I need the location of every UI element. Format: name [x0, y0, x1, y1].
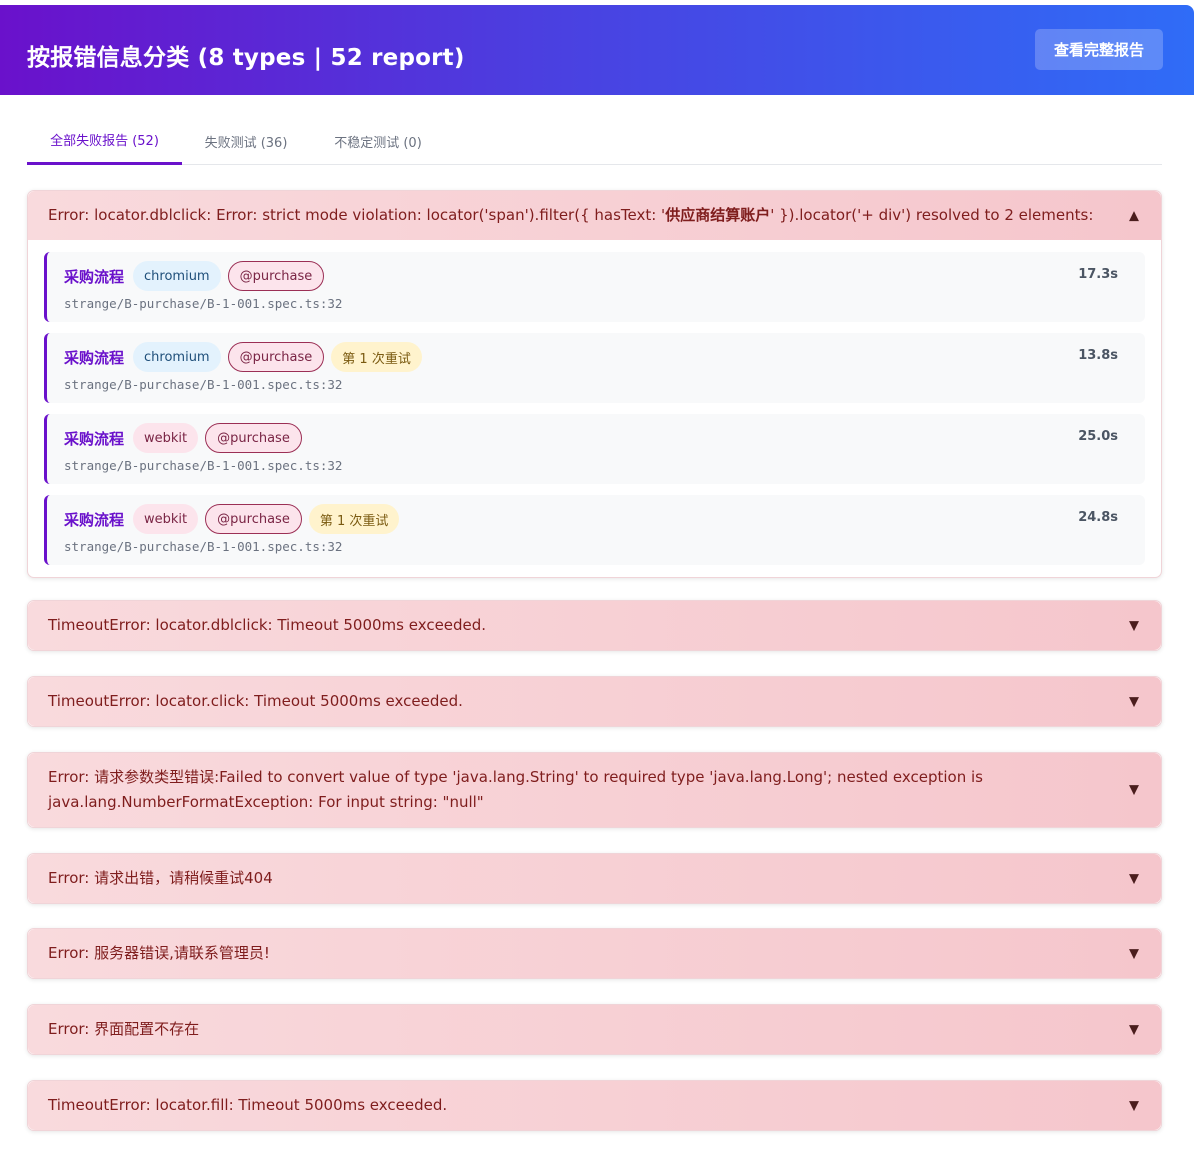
error-group-header[interactable]: Error: 请求参数类型错误:Failed to convert value … — [28, 753, 1161, 827]
test-file-path: strange/B-purchase/B-1-001.spec.ts:32 — [64, 458, 343, 473]
page-title: 按报错信息分类 (8 types | 52 report) — [27, 45, 465, 71]
error-group-header[interactable]: Error: 服务器错误,请联系管理员! ▼ — [28, 929, 1161, 978]
error-group: TimeoutError: locator.dblclick: Timeout … — [27, 600, 1162, 651]
error-group-title: Error: locator.dblclick: Error: strict m… — [48, 206, 1094, 224]
error-group: Error: 请求参数类型错误:Failed to convert value … — [27, 752, 1162, 828]
chevron-down-icon[interactable]: ▼ — [1129, 783, 1139, 798]
error-group-header[interactable]: TimeoutError: locator.click: Timeout 500… — [28, 677, 1161, 726]
tag-badge: @purchase — [227, 342, 325, 372]
error-group-title: Error: 请求出错，请稍候重试404 — [48, 869, 273, 887]
error-group: TimeoutError: locator.fill: Timeout 5000… — [27, 1080, 1162, 1131]
error-group: Error: 服务器错误,请联系管理员! ▼ — [27, 928, 1162, 979]
test-file-path: strange/B-purchase/B-1-001.spec.ts:32 — [64, 296, 343, 311]
test-duration: 24.8s — [1078, 510, 1118, 525]
retry-badge: 第 1 次重试 — [308, 504, 400, 534]
browser-badge: webkit — [133, 423, 199, 453]
test-list: 采购流程 chromium @purchase strange/B-purcha… — [28, 240, 1161, 577]
browser-badge: chromium — [133, 261, 221, 291]
error-group-header[interactable]: TimeoutError: locator.dblclick: Timeout … — [28, 601, 1161, 650]
view-full-report-button[interactable]: 查看完整报告 — [1035, 29, 1163, 70]
error-group-header[interactable]: Error: 请求出错，请稍候重试404 ▼ — [28, 854, 1161, 903]
test-item[interactable]: 采购流程 webkit @purchase strange/B-purchase… — [44, 414, 1145, 484]
test-name: 采购流程 — [64, 429, 125, 448]
test-file-path: strange/B-purchase/B-1-001.spec.ts:32 — [64, 377, 343, 392]
error-group: Error: locator.dblclick: Error: strict m… — [27, 190, 1162, 578]
error-group-header[interactable]: TimeoutError: locator.fill: Timeout 5000… — [28, 1081, 1161, 1130]
test-item[interactable]: 采购流程 chromium @purchase 第 1 次重试 strange/… — [44, 333, 1145, 403]
test-file-path: strange/B-purchase/B-1-001.spec.ts:32 — [64, 539, 343, 554]
test-name: 采购流程 — [64, 510, 125, 529]
error-group-title: Error: 请求参数类型错误:Failed to convert value … — [48, 768, 983, 811]
chevron-down-icon[interactable]: ▼ — [1129, 1022, 1139, 1037]
error-group-title: TimeoutError: locator.fill: Timeout 5000… — [48, 1096, 448, 1114]
chevron-down-icon[interactable]: ▼ — [1129, 946, 1139, 961]
tag-badge: @purchase — [205, 504, 302, 534]
test-item[interactable]: 采购流程 webkit @purchase 第 1 次重试 strange/B-… — [44, 495, 1145, 565]
chevron-down-icon[interactable]: ▼ — [1129, 1098, 1139, 1113]
retry-badge: 第 1 次重试 — [331, 342, 422, 372]
error-group: Error: 界面配置不存在 ▼ — [27, 1004, 1162, 1055]
error-group-title: Error: 服务器错误,请联系管理员! — [48, 944, 270, 962]
tab-bar: 全部失败报告 (52) 失败测试 (36) 不稳定测试 (0) — [27, 117, 1162, 165]
error-group-title: TimeoutError: locator.dblclick: Timeout … — [48, 616, 487, 634]
error-group-title: TimeoutError: locator.click: Timeout 500… — [48, 692, 463, 710]
test-name: 采购流程 — [64, 267, 125, 286]
tab-all-failures[interactable]: 全部失败报告 (52) — [27, 117, 182, 165]
tab-failed-tests[interactable]: 失败测试 (36) — [182, 117, 310, 165]
error-group: TimeoutError: locator.click: Timeout 500… — [27, 676, 1162, 727]
test-duration: 25.0s — [1078, 429, 1118, 444]
error-group-header[interactable]: Error: locator.dblclick: Error: strict m… — [28, 191, 1161, 240]
browser-badge: webkit — [133, 504, 199, 534]
tag-badge: @purchase — [205, 423, 302, 453]
page-header: 按报错信息分类 (8 types | 52 report) 查看完整报告 — [0, 5, 1194, 95]
error-group-header[interactable]: Error: 界面配置不存在 ▼ — [28, 1005, 1161, 1054]
chevron-down-icon[interactable]: ▼ — [1129, 694, 1139, 709]
test-duration: 17.3s — [1078, 267, 1118, 282]
error-group: Error: 请求出错，请稍候重试404 ▼ — [27, 853, 1162, 904]
test-item[interactable]: 采购流程 chromium @purchase strange/B-purcha… — [44, 252, 1145, 322]
error-group-title: Error: 界面配置不存在 — [48, 1020, 200, 1038]
chevron-down-icon[interactable]: ▼ — [1129, 618, 1139, 633]
tag-badge: @purchase — [227, 261, 325, 291]
browser-badge: chromium — [133, 342, 221, 372]
tab-flaky-tests[interactable]: 不稳定测试 (0) — [310, 117, 446, 165]
test-duration: 13.8s — [1078, 348, 1118, 363]
test-name: 采购流程 — [64, 348, 125, 367]
chevron-up-icon[interactable]: ▲ — [1129, 208, 1139, 223]
chevron-down-icon[interactable]: ▼ — [1129, 871, 1139, 886]
